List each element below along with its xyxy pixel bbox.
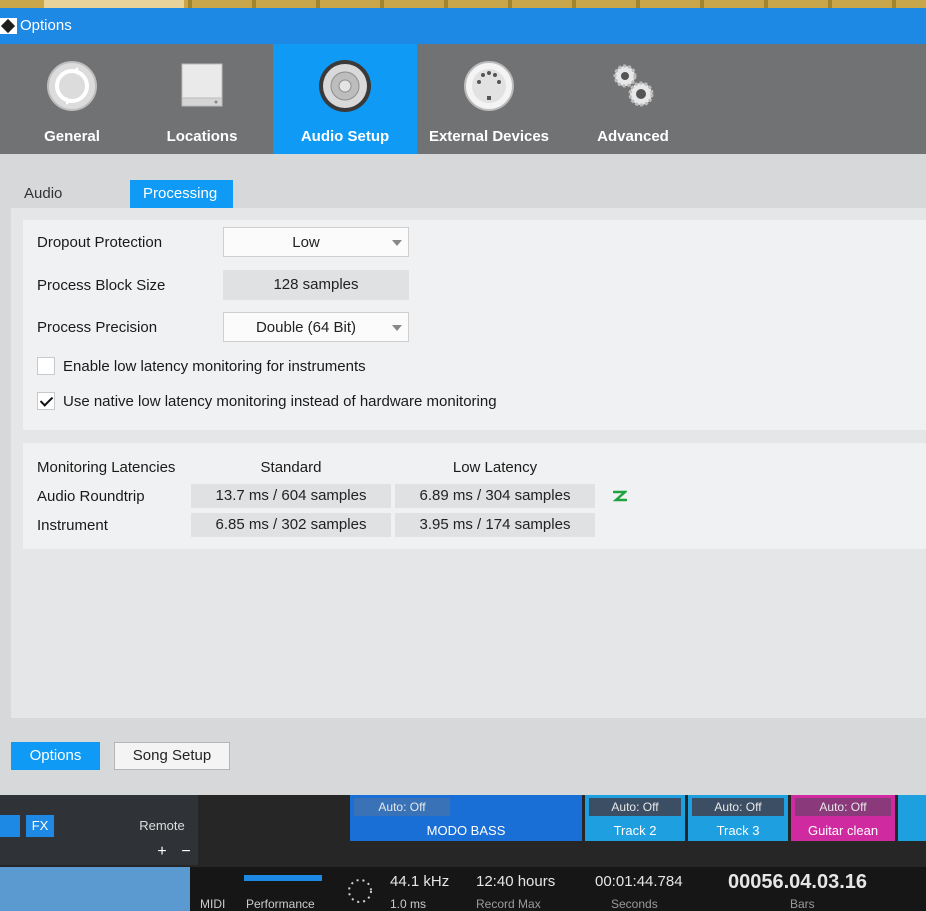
automation-button[interactable]: Auto: Off — [589, 798, 681, 816]
midi-label: MIDI — [200, 897, 226, 911]
window-title: Options — [20, 17, 72, 34]
tab-general-label: General — [44, 128, 100, 145]
options-button[interactable]: Options — [11, 742, 100, 770]
record-max-label: Record Max — [476, 897, 541, 911]
chevron-down-icon — [392, 325, 402, 331]
dropout-protection-select[interactable]: Low — [223, 227, 409, 257]
keyboard-icon[interactable] — [0, 815, 20, 837]
automation-button[interactable]: Auto: Off — [692, 798, 784, 816]
performance-label: Performance — [246, 897, 315, 911]
tab-external-devices[interactable]: External Devices — [417, 44, 561, 154]
automation-button[interactable]: Auto: Off — [354, 798, 450, 816]
dropout-protection-label: Dropout Protection — [37, 234, 163, 251]
low-latency-instruments-checkbox[interactable] — [37, 357, 55, 375]
bars-label: Bars — [790, 897, 815, 911]
drive-icon — [181, 63, 223, 107]
mixer-channels: Auto: Off MODO BASS Auto: Off Track 2 Au… — [350, 795, 926, 841]
channel-partial[interactable] — [898, 795, 926, 841]
process-precision-select[interactable]: Double (64 Bit) — [223, 312, 409, 342]
process-precision-value: Double (64 Bit) — [255, 319, 357, 336]
z-indicator-icon — [613, 490, 627, 502]
channel-name: MODO BASS — [426, 823, 506, 838]
processing-settings: Dropout Protection Low Process Block Siz… — [23, 220, 926, 430]
tab-audio-device[interactable]: Audio Device — [11, 180, 102, 230]
performance-meter — [244, 875, 322, 881]
audio-roundtrip-standard: 13.7 ms / 604 samples — [191, 484, 391, 508]
options-content: Audio Device Processing Dropout Protecti… — [0, 154, 926, 795]
remove-button[interactable]: − — [176, 841, 196, 863]
chevron-down-icon — [392, 240, 402, 246]
audio-roundtrip-low: 6.89 ms / 304 samples — [395, 484, 595, 508]
tab-external-devices-label: External Devices — [428, 128, 550, 145]
channel-guitar-clean[interactable]: Auto: Off Guitar clean — [791, 795, 895, 841]
daw-background-strip — [0, 0, 926, 8]
tab-processing[interactable]: Processing — [130, 180, 233, 208]
instrument-label: Instrument — [37, 517, 108, 534]
tab-locations[interactable]: Locations — [130, 44, 274, 154]
transport-bar: MIDI Performance 44.1 kHz 1.0 ms 12:40 h… — [0, 867, 926, 911]
tab-advanced-label: Advanced — [597, 128, 669, 145]
channel-track-3[interactable]: Auto: Off Track 3 — [688, 795, 788, 841]
song-setup-button[interactable]: Song Setup — [114, 742, 230, 770]
main-tabs-bar: General Locations Audio Setup External D… — [0, 44, 926, 154]
tab-audio-setup[interactable]: Audio Setup — [273, 44, 417, 154]
latency-value: 1.0 ms — [390, 897, 427, 911]
title-bar: Options — [0, 8, 926, 44]
standard-column-header: Standard — [260, 459, 322, 476]
audio-roundtrip-label: Audio Roundtrip — [37, 488, 145, 505]
transport-left-panel — [0, 867, 190, 911]
monitoring-latencies-header: Monitoring Latencies — [37, 459, 176, 476]
channel-name: Track 3 — [716, 823, 760, 838]
channel-track-2[interactable]: Auto: Off Track 2 — [585, 795, 685, 841]
bars-value: 00056.04.03.16 — [728, 871, 868, 893]
low-latency-column-header: Low Latency — [452, 459, 538, 476]
native-low-latency-checkbox[interactable] — [37, 392, 55, 410]
daw-background: FX Remote + − Auto: Off MODO BASS Auto: … — [0, 795, 926, 911]
refresh-gear-icon — [47, 61, 97, 111]
process-block-size-value: 128 samples — [223, 270, 409, 300]
app-icon — [0, 18, 17, 34]
automation-button[interactable]: Auto: Off — [795, 798, 891, 816]
gears-icon — [613, 64, 654, 107]
record-time: 12:40 hours — [476, 873, 556, 890]
low-latency-instruments-label: Enable low latency monitoring for instru… — [63, 358, 366, 375]
seconds-label: Seconds — [611, 897, 658, 911]
processing-panel: Dropout Protection Low Process Block Siz… — [11, 208, 926, 718]
latency-table: Monitoring Latencies Standard Low Latenc… — [23, 443, 926, 549]
mix-toolbar: FX Remote + − — [0, 795, 198, 865]
dropout-protection-value: Low — [292, 234, 320, 251]
instrument-standard: 6.85 ms / 302 samples — [191, 513, 391, 537]
tab-audio-setup-label: Audio Setup — [300, 128, 390, 145]
instrument-low: 3.95 ms / 174 samples — [395, 513, 595, 537]
tab-advanced[interactable]: Advanced — [561, 44, 705, 154]
tab-general[interactable]: General — [0, 44, 144, 154]
loading-icon — [348, 879, 372, 903]
fx-button[interactable]: FX — [26, 815, 54, 837]
remote-button[interactable]: Remote — [126, 815, 198, 837]
native-low-latency-label: Use native low latency monitoring instea… — [63, 393, 497, 410]
channel-name: Guitar clean — [807, 823, 879, 838]
daw-clip — [44, 0, 184, 8]
tab-locations-label: Locations — [166, 128, 238, 145]
channel-name: Track 2 — [613, 823, 657, 838]
process-block-size-label: Process Block Size — [37, 277, 166, 294]
seconds-value: 00:01:44.784 — [595, 873, 683, 890]
process-precision-label: Process Precision — [37, 319, 158, 336]
sample-rate: 44.1 kHz — [390, 873, 450, 890]
midi-port-icon — [464, 61, 514, 111]
speaker-icon — [319, 60, 371, 112]
add-button[interactable]: + — [152, 841, 172, 863]
channel-modo-bass[interactable]: Auto: Off MODO BASS — [350, 795, 582, 841]
